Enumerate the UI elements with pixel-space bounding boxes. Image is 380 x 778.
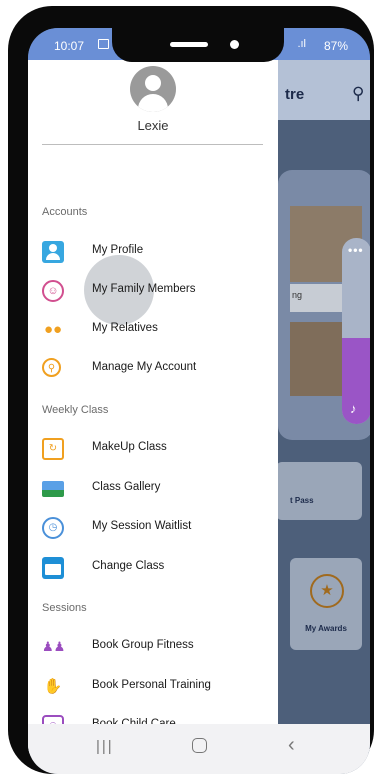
back-icon[interactable]: ‹ [288,734,295,757]
menu-item-my-session-waitlist[interactable]: ◷ My Session Waitlist [28,510,278,544]
makeup-calendar-icon: ↻ [42,438,64,460]
awards-label: My Awards [305,624,347,633]
profile-icon [42,241,64,263]
section-sessions: Sessions [42,602,87,614]
calendar-icon [42,557,64,579]
floating-media-widget[interactable]: ••• ♪ [342,238,370,424]
menu-item-label: MakeUp Class [92,441,167,453]
more-icon[interactable]: ••• [348,243,364,257]
header-title: tre [285,86,305,103]
gallery-icon [42,481,64,497]
user-name: Lexie [137,118,169,133]
signal-icon: .ıl [297,38,306,50]
section-weekly-class: Weekly Class [42,404,109,416]
menu-item-my-relatives[interactable]: ●● My Relatives [28,312,278,346]
pass-card[interactable] [276,462,362,520]
menu-item-label: Class Gallery [92,481,161,493]
phone-frame: 10:07 .ıl 87% tre ⚲ ng ••• ♪ t Pass ★ My… [8,6,374,774]
gallery-notification-icon [98,39,109,49]
relatives-icon: ●● [43,321,63,338]
search-icon[interactable]: ⚲ [352,84,364,104]
medal-icon: ★ [310,574,344,608]
family-icon: ☺ [42,280,64,302]
camera-notch [112,28,284,62]
divider [42,144,263,145]
pass-card-label: t Pass [290,496,314,505]
menu-item-label: Book Personal Training [92,679,211,691]
menu-item-makeup-class[interactable]: ↻ MakeUp Class [28,431,278,465]
system-nav-bar: ||| ‹ [28,724,370,774]
menu-item-class-gallery[interactable]: Class Gallery [28,471,278,505]
menu-item-change-class[interactable]: Change Class [28,550,278,584]
menu-item-my-family-members[interactable]: ☺ My Family Members [28,273,278,307]
menu-item-label: My Session Waitlist [92,520,192,532]
group-fitness-icon: ♟♟ [42,639,66,654]
battery-level: 87% [323,39,348,53]
music-note-icon: ♪ [350,401,357,416]
camera-icon [230,40,239,49]
menu-item-book-personal-training[interactable]: ✋ Book Personal Training [28,669,278,703]
menu-item-label: My Relatives [92,322,158,334]
navigation-drawer: Lexie Accounts My Profile ☺ My Family Me… [28,60,278,754]
menu-item-label: Change Class [92,560,165,572]
menu-item-manage-my-account[interactable]: ⚲ Manage My Account [28,351,278,385]
avatar[interactable] [130,66,176,112]
recent-apps-icon[interactable]: ||| [96,738,114,755]
menu-item-label: Book Group Fitness [92,639,194,651]
menu-item-my-profile[interactable]: My Profile [28,234,278,268]
clock-icon: ◷ [42,517,64,539]
menu-item-book-group-fitness[interactable]: ♟♟ Book Group Fitness [28,629,278,663]
manage-account-icon: ⚲ [42,358,61,377]
screen: 10:07 .ıl 87% tre ⚲ ng ••• ♪ t Pass ★ My… [28,28,370,774]
personal-training-icon: ✋ [43,678,63,695]
speaker-grille [170,42,208,47]
section-accounts: Accounts [42,206,88,218]
home-icon[interactable] [192,738,207,753]
menu-item-label: Manage My Account [92,361,197,373]
menu-item-label: My Family Members [92,283,196,295]
avatar-head [145,75,161,91]
avatar-body [138,94,168,112]
status-time: 10:07 [54,39,85,53]
